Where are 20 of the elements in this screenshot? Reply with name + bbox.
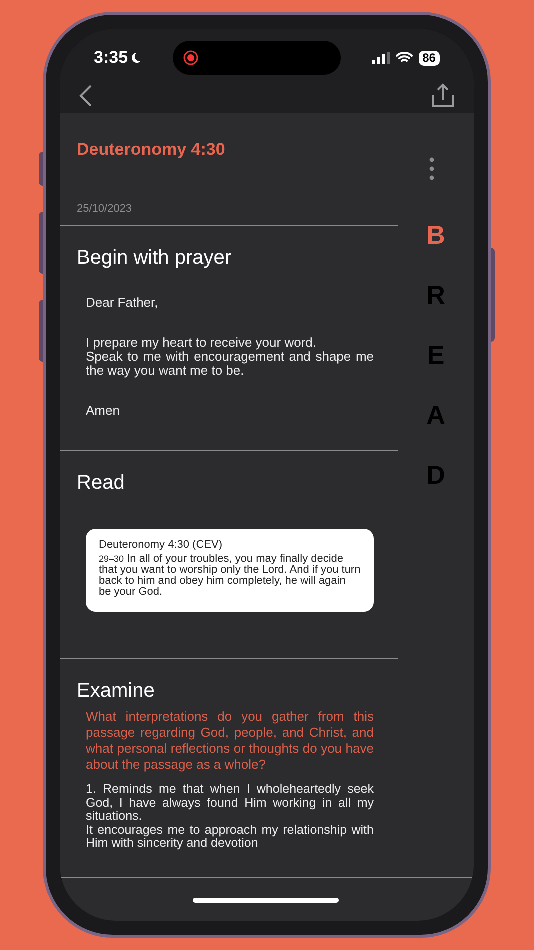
question-text: What interpretations do you gather from this passage regarding God, people, and Christ, and what personal reflections or thoughts do you have about the passage as a whole? [86, 709, 374, 773]
prayer-paragraph: Dear Father, [86, 296, 160, 310]
entry-date: 25/10/2023 [77, 202, 134, 216]
bread-letter-tab[interactable]: B [426, 219, 446, 251]
section-heading: Read [76, 471, 126, 495]
battery-level: 86 [418, 50, 440, 66]
moon-icon [130, 52, 142, 64]
section-heading: Begin with prayer [76, 246, 233, 270]
verse-reference: Deuteronomy 4:30 (CEV) [99, 539, 224, 552]
prayer-paragraph: Amen [86, 404, 121, 418]
status-time: 3:35 [94, 47, 128, 70]
verse-text: 29–30 In all of your troubles, you may finally decide that you want to worship only the Lord. And if you turn back to him and obey him completely, he will again be your God. [99, 554, 361, 598]
signal-icon [372, 52, 390, 64]
more-button[interactable] [427, 155, 437, 183]
entry-title: Deuteronomy 4:30 [77, 139, 226, 161]
wifi-icon [396, 52, 413, 64]
answer-text: 1. Reminds me that when I wholeheartedly seek God, I have always found Him working in all my situations. It encourages me to approach my relationship with Him with sincerity and devotion [86, 783, 374, 850]
record-icon [182, 50, 199, 66]
section-heading: Examine [76, 679, 156, 703]
prayer-paragraph: I prepare my heart to receive your word. Speak to me with encouragement and shape me the way you want me to be. [86, 336, 374, 378]
